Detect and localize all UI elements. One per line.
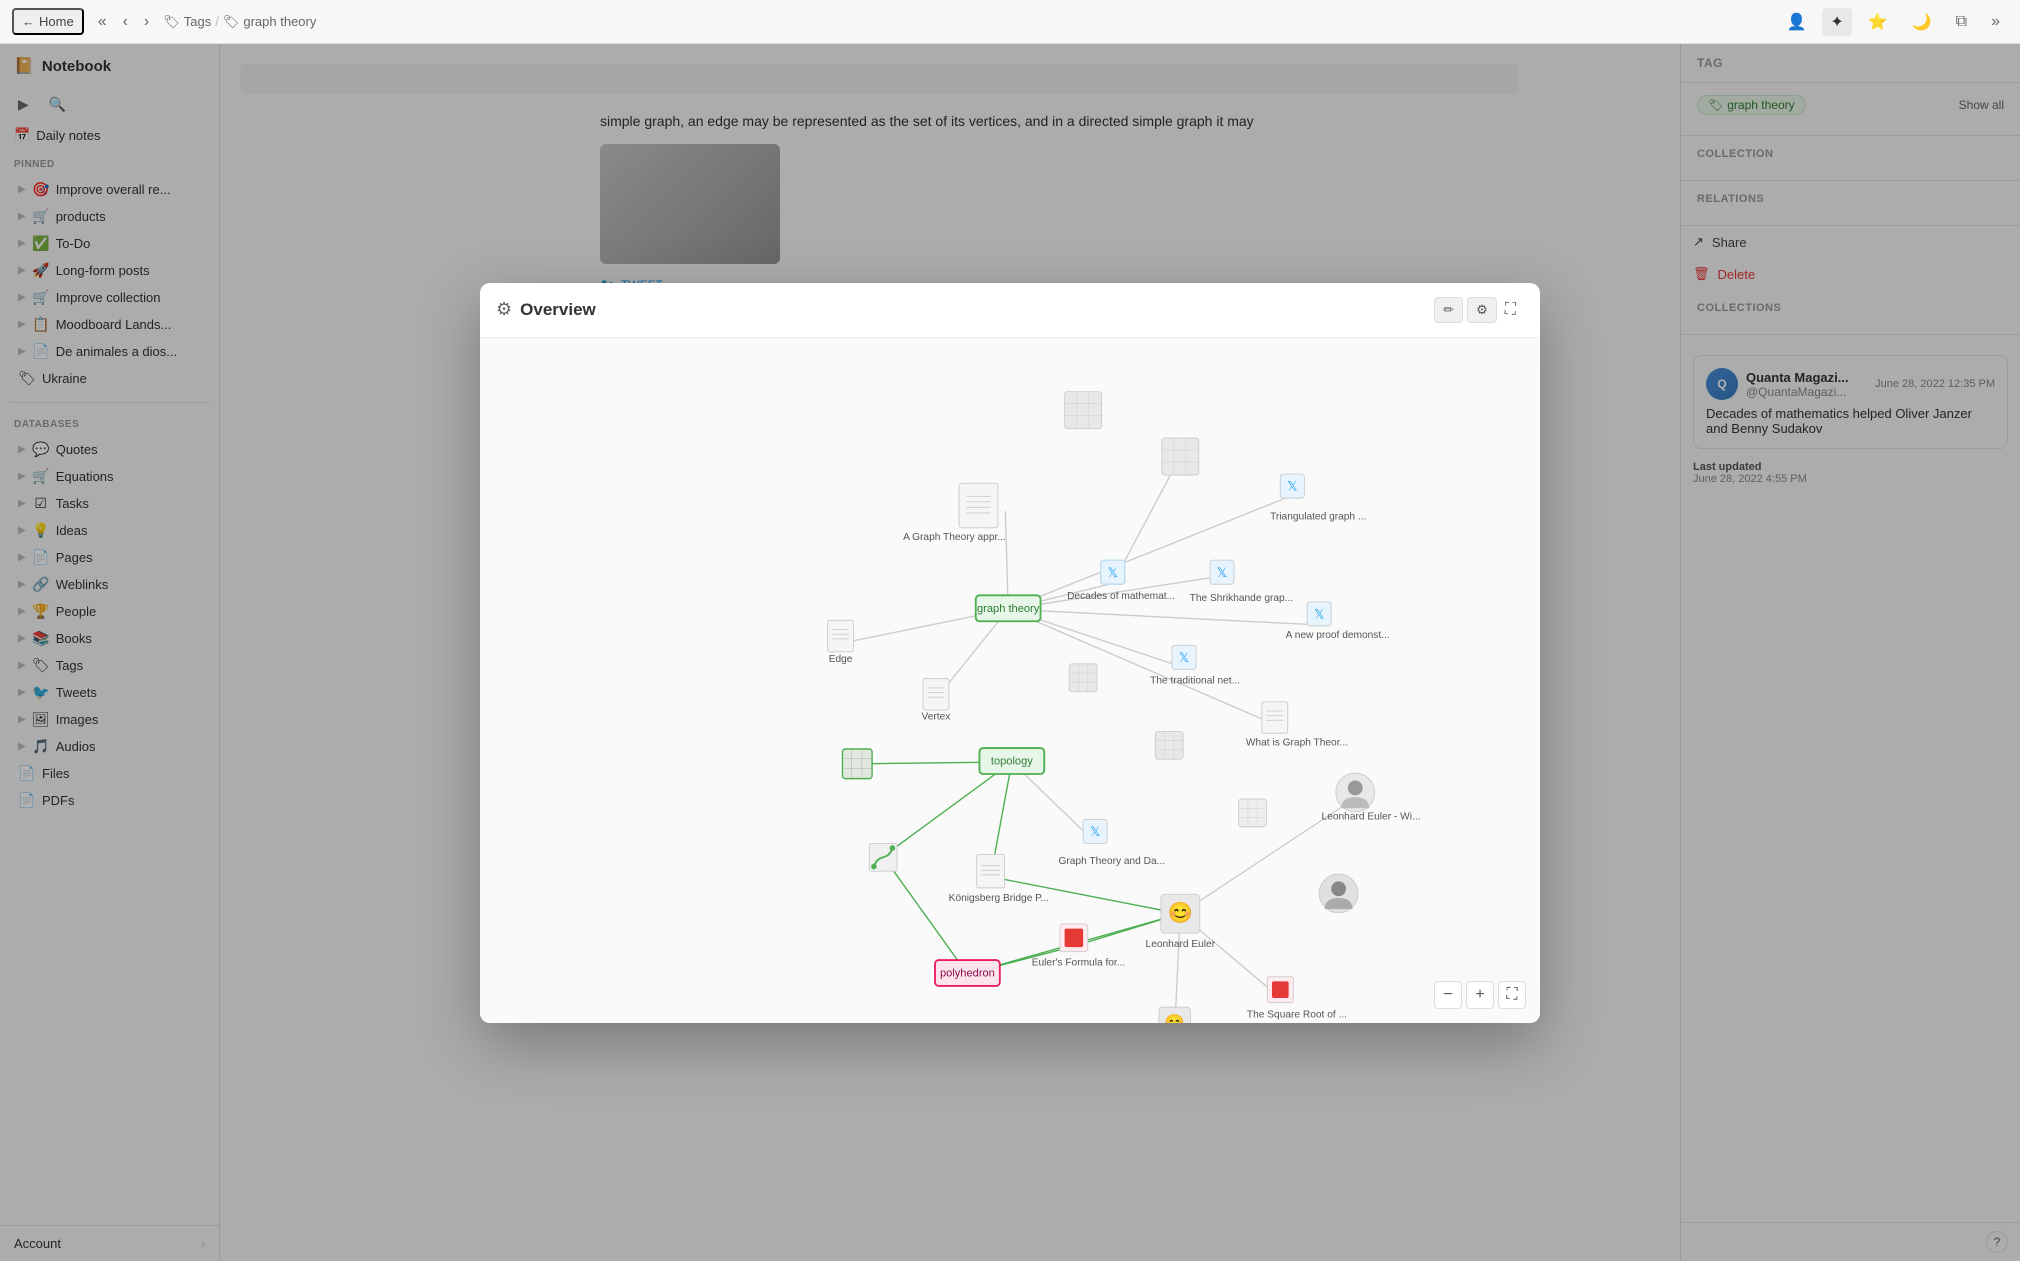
node-shrikhande-label: The Shrikhande grap... [1190,592,1293,603]
svg-text:graph theory: graph theory [977,603,1040,615]
node-img-grid[interactable] [842,749,872,779]
svg-text:𝕏: 𝕏 [1217,564,1227,579]
modal-header-actions: ✏ ⚙ [1434,297,1497,323]
node-edge[interactable] [828,620,854,651]
modal-settings-button[interactable]: ⚙ [1467,297,1497,323]
top-bar-left: ← Home « ‹ › 🏷 Tags / 🏷 graph theory [12,8,316,35]
node-new-proof[interactable]: 𝕏 [1307,601,1331,625]
home-label: Home [39,14,74,29]
home-arrow-icon: ← [22,14,35,29]
modal-overlay: ⚙ Overview ✏ ⚙ ⛶ [0,44,2020,1261]
svg-text:😊: 😊 [1164,1013,1185,1022]
tags-breadcrumb-icon: 🏷 [163,14,180,30]
node-gauss[interactable]: 😊 [1159,1007,1190,1023]
breadcrumb-separator: / [215,14,219,29]
svg-text:😊: 😊 [1168,901,1193,924]
svg-text:𝕏: 𝕏 [1287,478,1297,493]
more-button[interactable]: » [1983,9,2008,35]
node-grid5[interactable] [1239,798,1267,826]
node-euler-person[interactable]: 😊 [1161,894,1200,933]
node-edge-label: Edge [829,653,853,664]
node-graph-da[interactable]: 𝕏 [1083,819,1107,843]
modal-title: Overview [520,300,596,320]
breadcrumb: 🏷 Tags / 🏷 graph theory [163,14,316,30]
node-traditional-label: The traditional net... [1150,675,1240,686]
node-euler-formula-label: Euler's Formula for... [1032,957,1126,968]
modal-expand-button[interactable]: ⛶ [1497,297,1524,323]
node-triangulated-label: Triangulated graph ... [1270,511,1366,522]
node-grid4[interactable] [1155,731,1183,759]
svg-text:topology: topology [991,755,1033,767]
current-tag-label[interactable]: graph theory [243,14,316,29]
top-bar: ← Home « ‹ › 🏷 Tags / 🏷 graph theory 👤 ✦… [0,0,2020,44]
current-tag-icon: 🏷 [223,14,240,30]
svg-text:𝕏: 𝕏 [1314,606,1324,621]
node-img2[interactable] [1162,437,1199,474]
node-shrikhande[interactable]: 𝕏 [1210,560,1234,584]
modal-title-area: ⚙ Overview [496,299,1434,320]
node-traditional[interactable]: 𝕏 [1172,645,1196,669]
node-what-is-graph-label: What is Graph Theor... [1246,737,1348,748]
back-button[interactable]: ‹ [117,9,134,35]
overview-modal: ⚙ Overview ✏ ⚙ ⛶ [480,283,1540,1023]
modal-icon: ⚙ [496,299,512,320]
node-königsberg[interactable] [977,854,1005,887]
modal-edit-button[interactable]: ✏ [1434,297,1463,323]
node-img1[interactable] [1065,391,1102,428]
node-graph-theory-tag[interactable]: graph theory [976,595,1041,621]
tags-breadcrumb-label[interactable]: Tags [184,14,211,29]
node-triangulated[interactable]: 𝕏 [1280,474,1304,498]
modal-header: ⚙ Overview ✏ ⚙ ⛶ [480,283,1540,338]
modal-body: A Graph Theory appr... 𝕏 Triangulated gr… [480,338,1540,1023]
node-decades-label: Decades of mathemat... [1067,591,1175,602]
node-polyhedron-tag[interactable]: polyhedron [935,960,1000,986]
main-layout: 📔 Notebook ▶ 🔍 📅 Daily notes PINNED ▶ 🎯 … [0,44,2020,1261]
zoom-out-button[interactable]: − [1434,981,1462,1009]
home-button[interactable]: ← Home [12,8,84,35]
node-euler-wiki-label: Leonhard Euler - Wi... [1322,811,1421,822]
moon-button[interactable]: 🌙 [1904,8,1940,36]
node-königsberg-label: Königsberg Bridge P... [949,892,1049,903]
modal-zoom-controls: − + ⛶ [1434,981,1526,1009]
collapse-button[interactable]: « [92,9,113,35]
node-vertex[interactable] [923,678,949,709]
node-grid3[interactable] [1069,663,1097,691]
svg-text:𝕏: 𝕏 [1179,649,1189,664]
node-euler-label: Leonhard Euler [1146,939,1216,950]
graph-canvas[interactable]: A Graph Theory appr... 𝕏 Triangulated gr… [480,338,1540,1023]
node-a-graph-theory-label: A Graph Theory appr... [903,531,1006,542]
node-svg-doc[interactable] [869,843,897,871]
nav-arrows: « ‹ › [92,9,156,35]
node-euler-wiki[interactable] [1336,773,1375,812]
node-new-proof-label: A new proof demonst... [1286,629,1390,640]
node-square-root[interactable] [1267,976,1293,1002]
node-decades[interactable]: 𝕏 [1101,560,1125,584]
svg-text:polyhedron: polyhedron [940,967,995,979]
star-button[interactable]: ⭐ [1860,8,1896,36]
zoom-fit-button[interactable]: ⛶ [1498,981,1526,1009]
node-euler-formula[interactable] [1060,923,1088,951]
copy-button[interactable]: ⧉ [1948,9,1975,35]
svg-text:𝕏: 𝕏 [1108,564,1118,579]
node-a-graph-theory[interactable] [959,483,998,527]
node-square-root-label: The Square Root of ... [1247,1009,1347,1020]
node-graph-da-label: Graph Theory and Da... [1058,855,1165,866]
node-vertex-label: Vertex [922,711,951,722]
top-bar-right: 👤 ✦ ⭐ 🌙 ⧉ » [1778,8,2008,36]
node-web2[interactable] [1319,873,1358,912]
node-what-is-graph[interactable] [1262,701,1288,732]
svg-text:𝕏: 𝕏 [1090,824,1100,839]
zoom-in-button[interactable]: + [1466,981,1494,1009]
graph-button[interactable]: ✦ [1822,8,1851,36]
search-button[interactable]: 👤 [1778,8,1814,36]
node-topology-tag[interactable]: topology [979,748,1044,774]
forward-button[interactable]: › [138,9,155,35]
